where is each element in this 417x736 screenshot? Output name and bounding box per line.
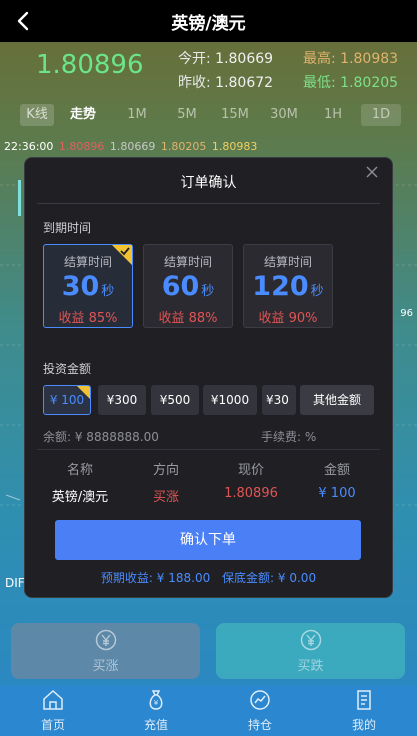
buy-up-button[interactable]: 买涨	[11, 623, 200, 679]
amount-option-3000[interactable]: ¥30	[262, 385, 296, 415]
order-confirm-dialog: 订单确认 到期时间 结算时间 30 秒 收益 85% 结算时间 60 秒 收益 88…	[24, 157, 393, 598]
prev-close-stat: 昨收: 1.80672	[178, 75, 274, 91]
quote-header: 1.80896 今开: 1.80669 最高: 1.80983 昨收: 1.80…	[0, 42, 417, 94]
indicator-label: DIF	[5, 576, 25, 590]
order-price: 1.80896	[224, 486, 278, 501]
chart-circle-icon	[250, 690, 270, 710]
home-icon	[43, 689, 63, 710]
col-price-header: 现价	[237, 463, 264, 478]
order-name: 英镑/澳元	[51, 490, 109, 505]
tab-5m[interactable]: 5M	[174, 104, 200, 126]
open-stat: 今开: 1.80669	[178, 51, 274, 67]
check-icon	[112, 245, 132, 265]
tab-trend[interactable]: 走势	[70, 104, 96, 126]
amount-option-300[interactable]: ¥300	[98, 385, 146, 415]
top-bar: 英镑/澳元	[0, 0, 417, 42]
amount-option-500[interactable]: ¥500	[151, 385, 199, 415]
tab-1m[interactable]: 1M	[124, 104, 150, 126]
low-stat: 最低: 1.80205	[303, 75, 399, 91]
svg-text:¥: ¥	[154, 699, 159, 707]
chevron-left-icon[interactable]	[12, 9, 36, 33]
tab-15m[interactable]: 15M	[219, 104, 251, 126]
ohlc-readout: 22:36:00 1.80896 1.80669 1.80205 1.80983	[4, 140, 258, 153]
divider	[37, 203, 380, 204]
nav-deposit[interactable]: ¥ 充值	[126, 688, 186, 733]
col-name-header: 名称	[66, 463, 93, 478]
buy-down-button[interactable]: 买跌	[216, 623, 405, 679]
expiry-option-30[interactable]: 结算时间 30 秒 收益 85%	[43, 244, 133, 328]
chart-axis-label: 96	[400, 308, 413, 319]
document-icon	[357, 690, 371, 710]
dialog-title: 订单确认	[180, 175, 237, 191]
col-amount-header: 金额	[323, 463, 350, 478]
confirm-order-button[interactable]: 确认下单	[55, 520, 361, 560]
estimate-row: 预期收益: ¥ 188.00 保底金额: ¥ 0.00	[25, 569, 392, 586]
money-bag-icon: ¥	[149, 690, 163, 710]
yen-coin-icon	[300, 629, 321, 651]
tab-1d[interactable]: 1D	[361, 104, 401, 126]
check-icon	[77, 386, 90, 399]
high-stat: 最高: 1.80983	[303, 51, 399, 67]
tab-kline[interactable]: K线	[20, 104, 54, 126]
page-title: 英镑/澳元	[171, 13, 246, 34]
bottom-nav: 首页 ¥ 充值 持仓 我的	[0, 686, 417, 736]
expiry-option-60[interactable]: 结算时间 60 秒 收益 88%	[143, 244, 233, 328]
fee-text: 手续费: %	[261, 430, 317, 444]
tab-1h[interactable]: 1H	[322, 104, 344, 126]
yen-coin-icon	[95, 629, 116, 651]
divider	[37, 449, 380, 450]
close-icon[interactable]	[364, 164, 380, 180]
timeframe-tabs: K线 走势 1M 5M 15M 30M 1H 1D	[0, 98, 417, 132]
nav-profile[interactable]: 我的	[334, 688, 394, 733]
nav-positions[interactable]: 持仓	[230, 688, 290, 733]
order-direction: 买涨	[152, 490, 179, 505]
amount-option-100[interactable]: ¥ 100	[43, 385, 91, 415]
amount-option-1000[interactable]: ¥1000	[203, 385, 257, 415]
order-amount: ¥ 100	[318, 486, 356, 501]
guarantee-amount: 保底金额: ¥ 0.00	[222, 571, 317, 585]
other-amount-button[interactable]: 其他金额	[300, 385, 374, 415]
expected-profit: 预期收益: ¥ 188.00	[100, 571, 211, 585]
expiry-option-120[interactable]: 结算时间 120 秒 收益 90%	[243, 244, 333, 328]
expiry-label: 到期时间	[43, 221, 92, 235]
current-price: 1.80896	[36, 50, 144, 80]
nav-home[interactable]: 首页	[23, 688, 83, 733]
balance-text: 余额: ¥ 8888888.00	[43, 430, 159, 444]
tab-30m[interactable]: 30M	[268, 104, 300, 126]
amount-label: 投资金额	[43, 362, 92, 376]
col-direction-header: 方向	[152, 463, 179, 478]
